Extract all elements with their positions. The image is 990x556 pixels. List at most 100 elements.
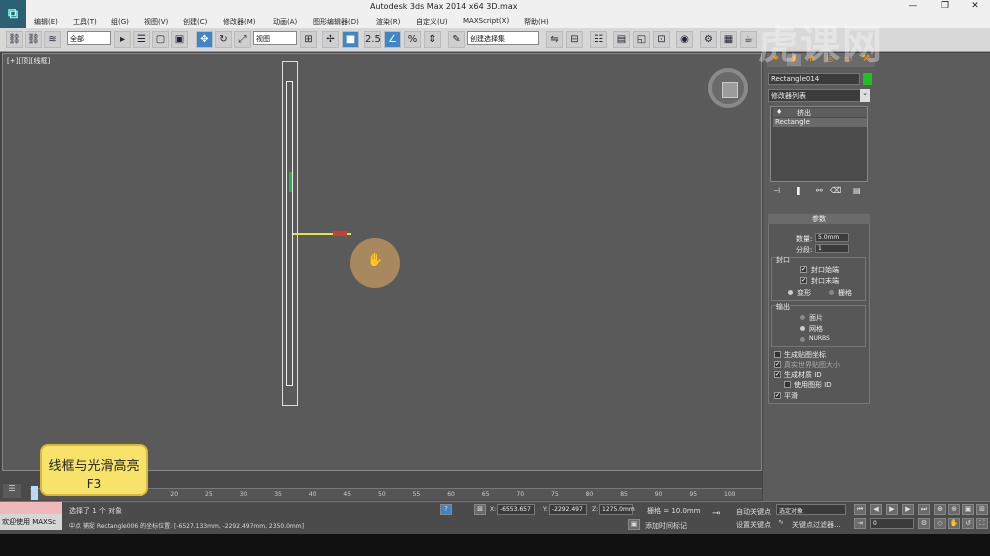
menu-customize[interactable]: 自定义(U): [416, 17, 448, 27]
time-tag-icon[interactable]: ▣: [628, 519, 640, 530]
menu-maxscript[interactable]: MAXScript(X): [463, 17, 509, 25]
key-filters-button[interactable]: 关键点过滤器...: [792, 520, 841, 530]
y-coord-field[interactable]: -2292.497: [549, 504, 587, 515]
zoom-extents-icon[interactable]: ▣: [962, 504, 974, 515]
frame-field[interactable]: 0: [870, 518, 914, 529]
curve-editor-icon[interactable]: ◱: [633, 31, 650, 48]
material-editor-icon[interactable]: ◉: [676, 31, 693, 48]
play-icon[interactable]: ▶: [886, 504, 898, 515]
chevron-down-icon[interactable]: ⌄: [860, 89, 870, 102]
rendered-frame-icon[interactable]: ▦: [720, 31, 737, 48]
move-gizmo-y-axis[interactable]: [289, 172, 292, 192]
parameters-title[interactable]: 参数: [768, 214, 870, 224]
percent-snap-icon[interactable]: %: [404, 31, 421, 48]
bind-spacewarp-icon[interactable]: ≋: [44, 31, 61, 48]
menu-tools[interactable]: 工具(T): [73, 17, 97, 27]
spinner-snap-icon[interactable]: ⇕: [424, 31, 441, 48]
morph-radio[interactable]: [788, 290, 793, 295]
menu-help[interactable]: 帮助(H): [524, 17, 549, 27]
selection-lock-icon[interactable]: ?: [440, 504, 452, 515]
maximize-viewport-icon[interactable]: ⛶: [976, 518, 988, 529]
window-crossing-icon[interactable]: ▣: [171, 31, 188, 48]
object-name-field[interactable]: Rectangle014: [768, 73, 860, 85]
named-selection-dropdown[interactable]: 创建选择集: [467, 31, 539, 45]
menu-create[interactable]: 创建(C): [183, 17, 207, 27]
mirror-icon[interactable]: ⇋: [546, 31, 563, 48]
show-end-result-icon[interactable]: ❚: [795, 186, 805, 196]
minimize-icon[interactable]: —: [900, 1, 926, 13]
viewport-top[interactable]: [+][顶][线框] ✋: [2, 53, 762, 471]
key-icon[interactable]: ⊸: [712, 508, 720, 519]
nurbs-radio[interactable]: [800, 337, 805, 342]
viewport-label[interactable]: [+][顶][线框]: [7, 56, 50, 66]
segments-input[interactable]: 1: [815, 244, 849, 253]
set-key-button[interactable]: 设置关键点: [736, 520, 771, 530]
unlink-icon[interactable]: ⛓: [25, 31, 42, 48]
stack-item-extrude[interactable]: ♦ 挤出: [773, 108, 867, 117]
menu-group[interactable]: 组(G): [111, 17, 129, 27]
field-of-view-icon[interactable]: ◇: [934, 518, 946, 529]
select-by-name-icon[interactable]: ☰: [133, 31, 150, 48]
make-unique-icon[interactable]: ⚯: [816, 186, 826, 196]
amount-input[interactable]: 5.0mm: [815, 233, 849, 242]
absolute-mode-icon[interactable]: ⊠: [474, 504, 486, 515]
select-object-icon[interactable]: ▸: [114, 31, 131, 48]
time-config-icon[interactable]: ⚙: [918, 518, 930, 529]
key-filters-icon[interactable]: ∿: [778, 518, 784, 526]
menu-views[interactable]: 视图(V): [144, 17, 168, 27]
grid-radio[interactable]: [829, 290, 834, 295]
orbit-icon[interactable]: ↺: [962, 518, 974, 529]
patch-radio[interactable]: [800, 315, 805, 320]
keyboard-shortcut-icon[interactable]: ■: [342, 31, 359, 48]
select-move-icon[interactable]: ✥: [196, 31, 213, 48]
angle-snap-icon[interactable]: ∠: [384, 31, 401, 48]
viewcube-icon[interactable]: [708, 68, 748, 108]
configure-sets-icon[interactable]: ▤: [853, 186, 863, 196]
pin-stack-icon[interactable]: ⊣: [773, 186, 783, 196]
modifier-list-dropdown[interactable]: 修改器列表: [768, 89, 870, 102]
stack-item-rectangle[interactable]: Rectangle: [773, 118, 867, 127]
z-coord-field[interactable]: 1275.0mm: [599, 504, 635, 515]
key-mode-icon[interactable]: ⇥: [854, 518, 866, 529]
selection-filter-dropdown[interactable]: 全部: [67, 31, 111, 45]
zoom-all-icon[interactable]: ⊕: [948, 504, 960, 515]
menu-edit[interactable]: 编辑(E): [34, 17, 58, 27]
gen-map-checkbox[interactable]: [774, 351, 781, 358]
layer-manager-icon[interactable]: ☷: [590, 31, 607, 48]
snap-toggle-icon[interactable]: 2.5: [364, 31, 381, 48]
move-gizmo-x-arrow[interactable]: [333, 231, 347, 236]
go-to-end-icon[interactable]: ⏭: [918, 504, 930, 515]
graphite-icon[interactable]: ▤: [613, 31, 630, 48]
use-shape-checkbox[interactable]: [784, 381, 791, 388]
zoom-icon[interactable]: ⊕: [934, 504, 946, 515]
cap-start-checkbox[interactable]: ✔: [800, 266, 807, 273]
zoom-extents-all-icon[interactable]: ⊞: [976, 504, 988, 515]
remove-modifier-icon[interactable]: ⌫: [830, 186, 841, 196]
schematic-view-icon[interactable]: ⊡: [653, 31, 670, 48]
real-world-checkbox[interactable]: ✔: [774, 361, 781, 368]
menu-graph-editors[interactable]: 图形编辑器(D): [313, 17, 359, 27]
go-to-start-icon[interactable]: ⏮: [854, 504, 866, 515]
auto-key-button[interactable]: 自动关键点: [736, 507, 771, 517]
app-logo-icon[interactable]: ⧉: [0, 0, 26, 28]
smooth-checkbox[interactable]: ✔: [774, 392, 781, 399]
render-production-icon[interactable]: ☕: [740, 31, 757, 48]
next-frame-icon[interactable]: ▶: [902, 504, 914, 515]
add-time-tag[interactable]: 添加时间标记: [645, 521, 687, 531]
select-manipulate-icon[interactable]: ✢: [322, 31, 339, 48]
key-selection-dropdown[interactable]: 选定对象: [776, 504, 846, 515]
select-rotate-icon[interactable]: ↻: [215, 31, 232, 48]
restore-icon[interactable]: ❐: [932, 1, 958, 13]
maxscript-listener[interactable]: 欢迎使用 MAXSc: [0, 514, 62, 530]
cap-end-checkbox[interactable]: ✔: [800, 277, 807, 284]
close-icon[interactable]: ✕: [962, 1, 988, 13]
menu-modifiers[interactable]: 修改器(M): [223, 17, 256, 27]
maxscript-listener-top[interactable]: [0, 502, 62, 514]
gen-mat-checkbox[interactable]: ✔: [774, 371, 781, 378]
link-icon[interactable]: ⛓: [6, 31, 23, 48]
viewcube-face[interactable]: [722, 82, 738, 98]
align-icon[interactable]: ⊟: [566, 31, 583, 48]
render-setup-icon[interactable]: ⚙: [700, 31, 717, 48]
pivot-center-icon[interactable]: ⊞: [300, 31, 317, 48]
reference-coord-dropdown[interactable]: 视图: [253, 31, 297, 45]
